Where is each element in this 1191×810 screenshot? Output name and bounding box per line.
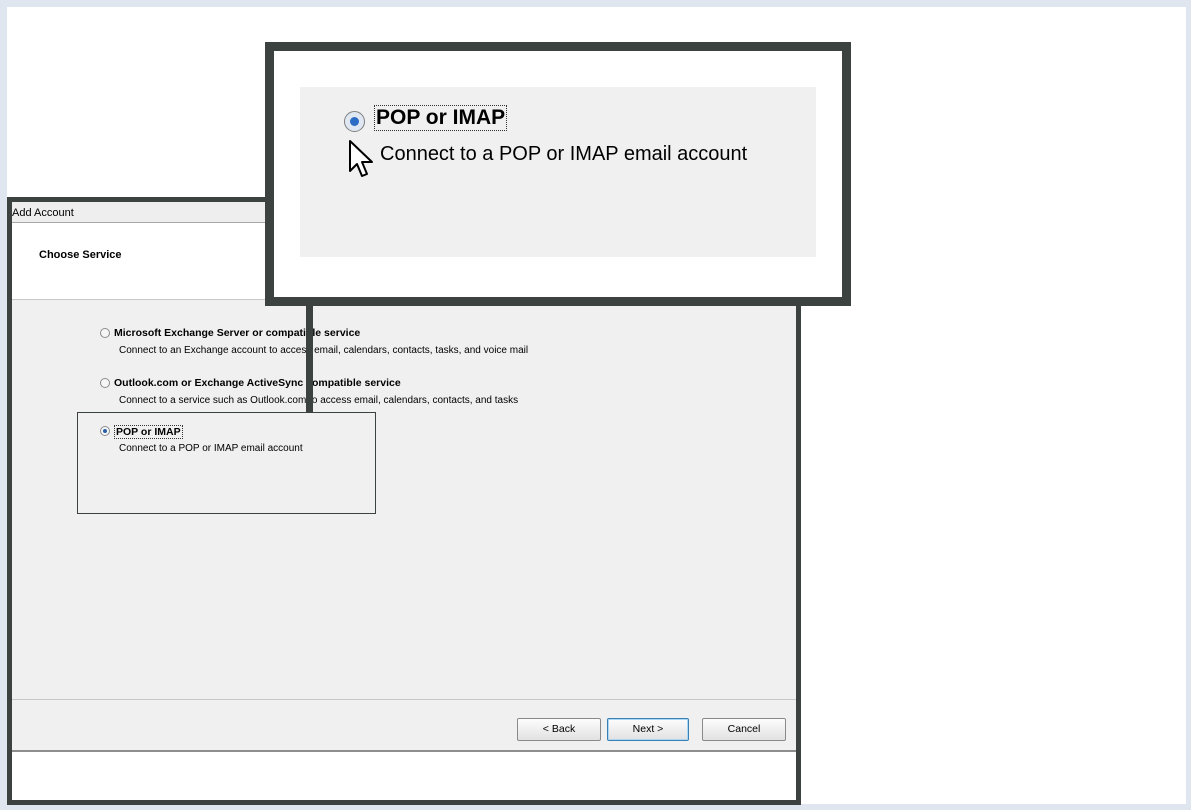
option-description: Connect to a service such as Outlook.com… bbox=[119, 395, 519, 406]
back-button[interactable]: < Back bbox=[517, 718, 601, 741]
dialog-title: Add Account bbox=[12, 207, 74, 219]
status-strip bbox=[12, 750, 796, 800]
zoom-callout: POP or IMAP Connect to a POP or IMAP ema… bbox=[265, 42, 851, 306]
zoom-option-description: Connect to a POP or IMAP email account bbox=[380, 143, 748, 165]
option-label: Microsoft Exchange Server or compatible … bbox=[114, 327, 361, 339]
radio-button-icon[interactable] bbox=[344, 111, 365, 132]
zoom-content: POP or IMAP Connect to a POP or IMAP ema… bbox=[300, 87, 816, 257]
divider bbox=[12, 699, 796, 700]
callout-connector bbox=[306, 296, 313, 412]
zoom-option-label[interactable]: POP or IMAP bbox=[374, 105, 508, 131]
option-label: Outlook.com or Exchange ActiveSync compa… bbox=[114, 377, 401, 389]
page-title: Choose Service bbox=[39, 249, 122, 261]
radio-button-icon[interactable] bbox=[100, 328, 110, 338]
option-description: Connect to an Exchange account to access… bbox=[119, 345, 529, 356]
callout-highlight-box bbox=[77, 412, 376, 514]
radio-button-icon[interactable] bbox=[100, 378, 110, 388]
next-button[interactable]: Next > bbox=[607, 718, 689, 741]
mouse-pointer-icon bbox=[349, 140, 373, 177]
cancel-button[interactable]: Cancel bbox=[702, 718, 786, 741]
